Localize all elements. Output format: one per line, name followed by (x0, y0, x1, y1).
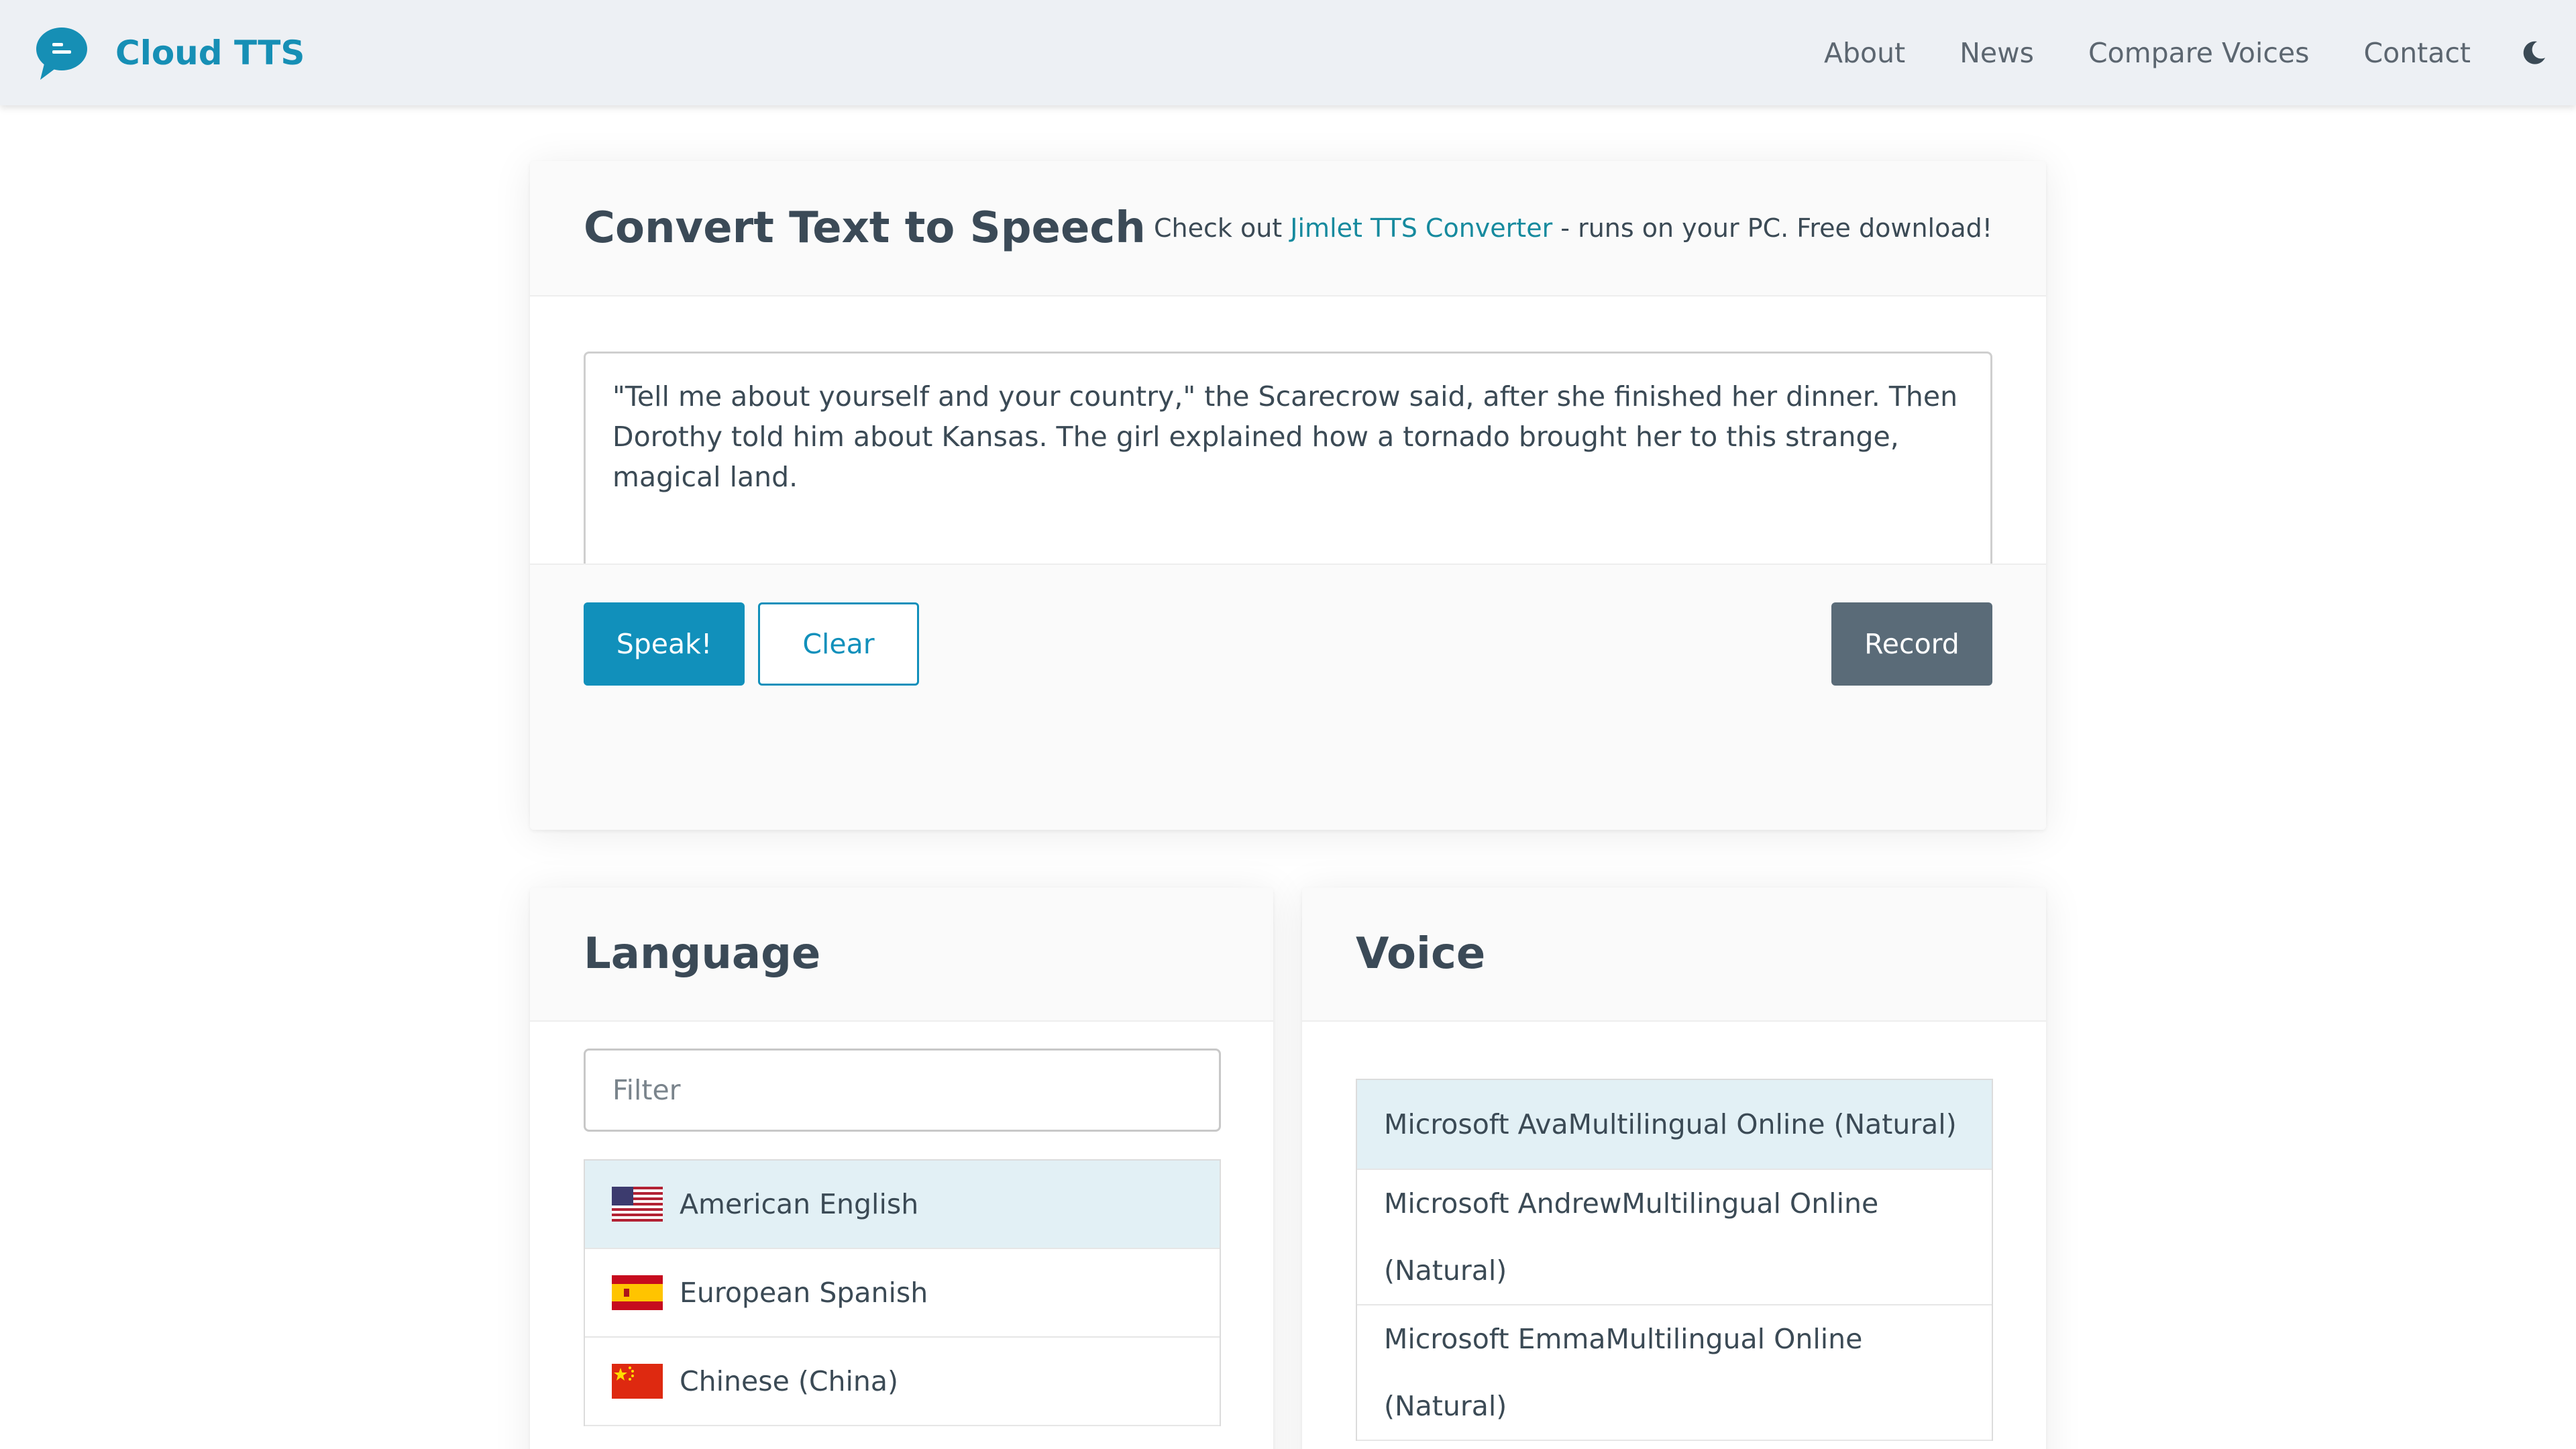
record-button[interactable]: Record (1831, 602, 1992, 686)
language-label: Chinese (China) (680, 1365, 898, 1397)
list-item[interactable]: European Spanish (585, 1249, 1220, 1338)
spain-flag-icon (612, 1275, 663, 1310)
list-item[interactable]: Microsoft EmmaMultilingual Online (Natur… (1357, 1305, 1992, 1441)
promo-link[interactable]: Jimlet TTS Converter (1290, 213, 1552, 243)
china-flag-icon (612, 1364, 663, 1399)
nav-link-news[interactable]: News (1960, 37, 2034, 69)
language-card-header: Language (530, 888, 1273, 1022)
language-filter-input[interactable] (584, 1049, 1221, 1132)
moon-icon[interactable] (2518, 38, 2549, 68)
voice-card-header: Voice (1302, 888, 2046, 1022)
list-item[interactable]: Microsoft AndrewMultilingual Online (Nat… (1357, 1170, 1992, 1305)
voice-label: Microsoft AvaMultilingual Online (Natura… (1384, 1108, 1957, 1140)
voice-list: Microsoft AvaMultilingual Online (Natura… (1356, 1079, 1993, 1441)
navbar: Cloud TTS About News Compare Voices Cont… (0, 0, 2576, 105)
us-flag-icon (612, 1187, 663, 1222)
voice-title: Voice (1356, 929, 1486, 979)
list-item[interactable]: Chinese (China) (585, 1338, 1220, 1426)
speak-button[interactable]: Speak! (584, 602, 745, 686)
language-title: Language (584, 929, 821, 979)
clear-button[interactable]: Clear (758, 602, 919, 686)
convert-card-footer: Speak! Clear Record (530, 564, 2046, 830)
nav-link-about[interactable]: About (1824, 37, 1905, 69)
nav-links: About News Compare Voices Contact (1824, 37, 2576, 69)
language-card: Language American English Eu (530, 888, 1273, 1449)
speech-bubble-logo-icon (36, 27, 87, 80)
language-label: American English (680, 1188, 919, 1220)
list-item[interactable]: Microsoft AvaMultilingual Online (Natura… (1357, 1080, 1992, 1170)
promo-text: Check out Jimlet TTS Converter - runs on… (1154, 213, 1992, 243)
voice-label: Microsoft AndrewMultilingual Online (Nat… (1384, 1187, 1879, 1287)
nav-link-compare-voices[interactable]: Compare Voices (2088, 37, 2309, 69)
promo-suffix: - runs on your PC. Free download! (1560, 213, 1992, 243)
language-list: American English European Spanish Chines… (584, 1159, 1221, 1426)
brand-name: Cloud TTS (115, 33, 305, 72)
tts-text-input[interactable] (584, 352, 1992, 596)
nav-link-contact[interactable]: Contact (2363, 37, 2471, 69)
promo-prefix: Check out (1153, 213, 1291, 243)
voice-label: Microsoft EmmaMultilingual Online (Natur… (1384, 1323, 1863, 1422)
voice-card: Voice Microsoft AvaMultilingual Online (… (1302, 888, 2046, 1449)
language-label: European Spanish (680, 1277, 928, 1309)
page-title: Convert Text to Speech (584, 203, 1146, 253)
brand[interactable]: Cloud TTS (34, 25, 305, 81)
convert-card: Convert Text to Speech Check out Jimlet … (530, 161, 2046, 830)
convert-card-header: Convert Text to Speech Check out Jimlet … (530, 161, 2046, 297)
list-item[interactable]: American English (585, 1161, 1220, 1249)
